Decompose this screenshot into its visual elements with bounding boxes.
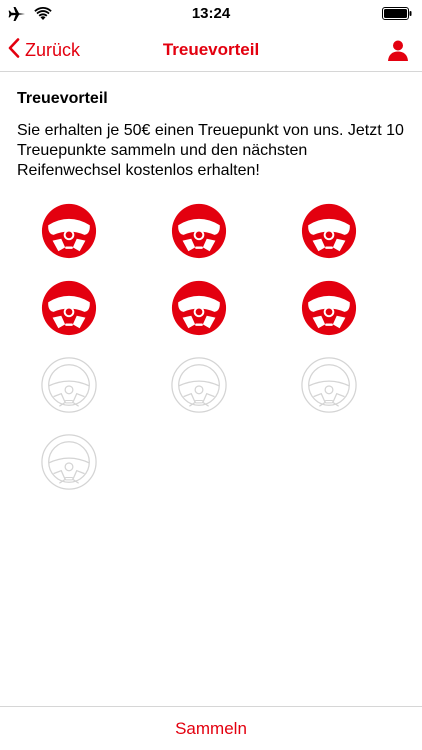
steering-wheel-icon	[170, 356, 228, 414]
steering-wheel-icon	[170, 279, 228, 337]
steering-wheel-icon	[40, 279, 98, 337]
steering-wheel-icon	[300, 356, 358, 414]
steering-wheel-icon	[40, 356, 98, 414]
page-title: Treuevorteil	[162, 40, 260, 59]
steering-wheel-icon	[40, 202, 98, 260]
description-text: Sie erhalten je 50€ einen Treuepunkt von…	[17, 122, 404, 179]
battery-icon	[382, 7, 412, 25]
person-icon	[386, 40, 410, 66]
steering-wheel-icon	[40, 433, 98, 491]
navigation-bar: Zurück Treuevorteil	[0, 28, 422, 72]
app-screen: 13:24 Zurück Treuevorteil Treuevorteil S…	[0, 0, 422, 750]
status-time: 13:24	[191, 5, 231, 22]
section-title: Treuevorteil	[17, 90, 108, 107]
content: Treuevorteil Sie erhalten je 50€ einen T…	[17, 90, 409, 181]
bottom-toolbar: Sammeln	[0, 706, 422, 750]
loyalty-points-grid	[40, 202, 382, 491]
steering-wheel-icon	[170, 202, 228, 260]
profile-button[interactable]	[386, 38, 410, 62]
status-bar: 13:24	[0, 0, 422, 28]
steering-wheel-icon	[300, 279, 358, 337]
collect-button[interactable]: Sammeln	[0, 719, 422, 739]
steering-wheel-icon	[300, 202, 358, 260]
